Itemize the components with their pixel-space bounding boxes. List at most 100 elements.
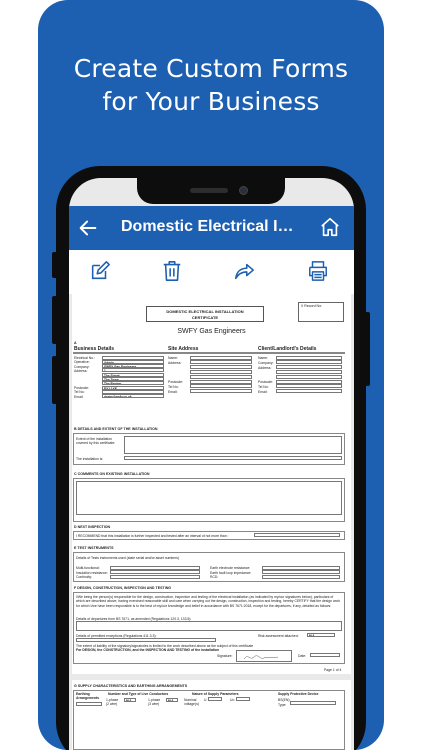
supply-header-earthing: Earthing Arrangements [76,692,99,700]
phone-speaker [190,188,228,193]
business-detail-label: Address: [74,368,88,373]
next-inspection-text: I RECOMMEND that this installation is fu… [76,534,229,538]
bs-en-label: BS(EN): [278,698,291,702]
site-address-field[interactable] [190,379,252,384]
site-address-label: Email: [168,389,178,394]
trash-icon[interactable] [161,260,183,282]
client-detail-field[interactable] [276,355,342,360]
u-label: U [204,698,207,702]
departures-field[interactable] [76,621,342,631]
phone-screen: Domestic Electrical In... DOMESTIC ELECT… [69,178,354,750]
company-name: SWFY Gas Engineers [177,328,246,335]
risk-value[interactable]: N/A [307,633,335,637]
section-c-title: C COMMENTS ON EXISTING INSTALLATION [74,472,150,476]
edit-icon[interactable] [89,260,111,282]
signature-field[interactable] [236,650,292,662]
type-field[interactable] [290,701,336,705]
type-label: Type: [278,703,287,707]
phone-volume-up-button [52,296,58,344]
client-detail-label: Postcode: [258,380,274,384]
date-label: Date: [298,654,307,658]
instrument-field[interactable] [110,565,200,570]
print-icon[interactable] [307,260,329,282]
record-number-box[interactable]: X Record No: [298,302,344,322]
arrow-left-icon[interactable] [77,217,99,239]
details-divider [73,352,345,354]
app-bar: Domestic Electrical In... [69,206,354,250]
nominal-voltage-label: Nominal voltage(s) [184,698,199,706]
phase-2-wire-label: 1-phase (2 wire) [106,698,119,706]
business-detail-field[interactable]: demo@swfy.co.uk [102,394,164,399]
client-detail-field[interactable] [276,379,342,384]
headline-line-1: Create Custom Forms [73,54,349,83]
client-detail-label: Tel No: [258,384,269,389]
instrument-label: RCD: [210,575,219,579]
extent-label: Extent of the installation covered by th… [76,437,116,446]
home-icon[interactable] [319,216,341,238]
next-inspection-field[interactable] [254,533,340,537]
extent-field[interactable] [124,436,342,454]
earthing-field[interactable] [76,702,102,706]
site-address-field[interactable] [190,374,252,379]
site-address-label: Address: [168,360,182,365]
instrument-field[interactable] [262,570,340,574]
phone-camera [239,186,248,195]
instrument-field[interactable] [110,574,200,579]
certificate-page-1: DOMESTIC ELECTRICAL INSTALLATION CERTIFI… [72,294,351,674]
client-detail-label: Company: [258,360,274,365]
phase-3-wire-field[interactable]: N/A [166,698,178,702]
client-detail-label: Address: [258,365,272,370]
certificate-title-box: DOMESTIC ELECTRICAL INSTALLATION CERTIFI… [146,306,264,322]
uo-field[interactable] [236,697,250,701]
installation-is-label: The installation is: [76,457,104,461]
section-a-title: A [74,341,77,345]
site-address-field[interactable] [190,389,252,394]
comments-field[interactable] [76,481,342,515]
instrument-label: Continuity: [76,575,93,579]
instrument-field[interactable] [262,574,340,579]
share-icon[interactable] [233,260,255,282]
phone-mute-button [52,252,58,278]
client-detail-field[interactable] [276,384,342,389]
form-toolbar [69,250,354,294]
site-address-field[interactable] [190,384,252,389]
client-detail-field[interactable] [276,374,342,379]
section-g-title: G SUPPLY CHARACTERISTICS AND EARTHING AR… [74,684,188,688]
certificate-title-line-2: CERTIFICATE [191,314,219,320]
exceptions-field[interactable] [76,638,216,642]
site-address-field[interactable] [190,369,252,374]
site-address-label: Tel No: [168,384,179,389]
uo-label: Uo [230,698,235,702]
signature-label: Signature: [217,654,233,658]
section-e-title: E TEST INSTRUMENTS [74,546,114,550]
certificate-page-2: G SUPPLY CHARACTERISTICS AND EARTHING AR… [72,680,351,750]
section-b-title: B DETAILS AND EXTENT OF THE INSTALLATION [74,427,158,431]
business-detail-label: Email: [74,394,84,399]
client-detail-label: Name: [258,356,268,360]
supply-header-nature: Nature of Supply Parameters [192,692,239,696]
date-field[interactable] [310,653,340,657]
site-address-field[interactable] [190,355,252,360]
client-detail-field[interactable] [276,369,342,374]
client-detail-field[interactable] [276,389,342,394]
page-number: Page 1 of 4 [324,668,342,672]
page-title: Domestic Electrical In... [121,218,299,235]
supply-header-conductors: Number and Type of Live Conductors [108,692,169,696]
client-detail-label: Email: [258,389,268,394]
instrument-field[interactable] [262,565,340,570]
client-detail-field[interactable] [276,365,342,370]
u-field[interactable] [208,697,222,701]
section-d-title: D NEXT INSPECTION [74,525,111,529]
site-address-field[interactable] [190,360,252,365]
site-address-field[interactable] [190,365,252,370]
installation-is-field[interactable] [124,456,342,460]
instrument-field[interactable] [110,570,200,574]
site-address-label: Name: [168,356,178,360]
phase-3-wire-label: 1-phase (3 wire) [148,698,161,706]
phase-2-wire-field[interactable]: N/A [124,698,136,702]
instruments-text: Details of Tests instruments used (state… [76,556,180,560]
client-detail-field[interactable] [276,360,342,365]
site-address-label: Postcode: [168,380,184,384]
headline-line-2: for Your Business [102,87,320,116]
record-number-label: X Record No: [301,304,323,308]
